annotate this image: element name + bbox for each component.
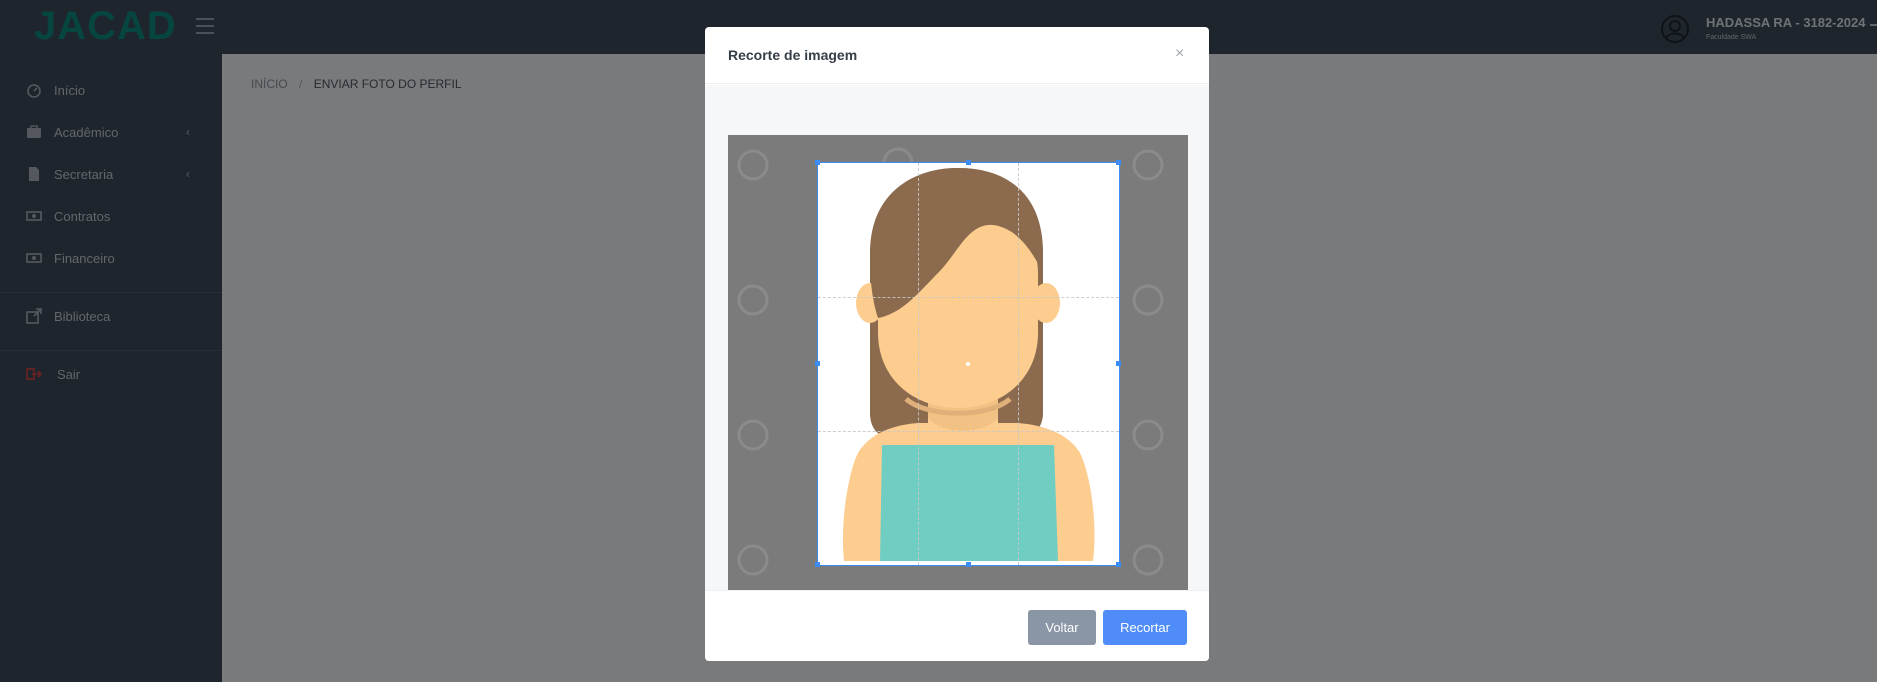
crop-handle-e[interactable] <box>1116 361 1121 366</box>
crop-canvas[interactable] <box>728 135 1188 594</box>
crop-center-point <box>966 362 970 366</box>
crop-guide-horizontal <box>818 431 1119 432</box>
crop-handle-ne[interactable] <box>1116 160 1121 165</box>
crop-handle-sw[interactable] <box>815 562 820 567</box>
crop-guide-horizontal <box>818 297 1119 298</box>
crop-guide-vertical <box>1018 163 1019 565</box>
back-button[interactable]: Voltar <box>1028 610 1096 645</box>
close-icon[interactable]: × <box>1175 45 1184 63</box>
modal-header: Recorte de imagem × <box>705 27 1209 84</box>
crop-handle-s[interactable] <box>966 562 971 567</box>
crop-selection-box[interactable] <box>815 160 1121 567</box>
crop-guide-vertical <box>918 163 919 565</box>
crop-handle-se[interactable] <box>1116 562 1121 567</box>
crop-image-modal: Recorte de imagem × Voltar Recortar <box>705 27 1209 661</box>
modal-footer: Voltar Recortar <box>705 590 1209 661</box>
crop-handle-nw[interactable] <box>815 160 820 165</box>
crop-button[interactable]: Recortar <box>1103 610 1187 645</box>
modal-title: Recorte de imagem <box>728 47 858 63</box>
modal-body <box>705 85 1209 594</box>
crop-handle-n[interactable] <box>966 160 971 165</box>
crop-handle-w[interactable] <box>815 361 820 366</box>
